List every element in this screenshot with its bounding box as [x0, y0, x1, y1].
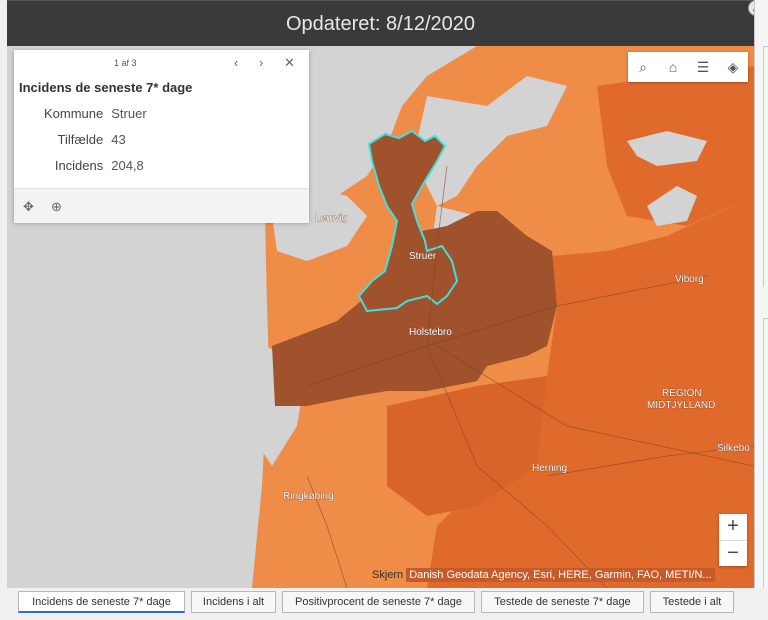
panel-divider — [763, 46, 768, 287]
field-value: Struer — [111, 106, 147, 121]
feature-popup: 1 af 3 ‹ › ✕ Incidens de seneste 7* dage… — [14, 50, 309, 223]
panel-divider — [763, 318, 768, 589]
field-row: Incidens 204,8 — [44, 158, 147, 184]
label-ringkobing: Ringkøbing — [283, 491, 334, 502]
label-silkeborg: Silkebo — [717, 443, 750, 454]
label-herning: Herning — [532, 463, 567, 474]
zoom-to-icon[interactable]: ⊕ — [51, 199, 62, 215]
label-viborg: Viborg — [675, 274, 704, 285]
side-panel-strip — [754, 0, 768, 589]
search-icon[interactable]: ⌕ — [632, 59, 654, 76]
dashboard-header: Opdateret: 8/12/2020 — [7, 0, 754, 47]
zoom-in-button[interactable]: + — [719, 514, 747, 540]
tab-incidens-7-dage[interactable]: Incidens de seneste 7* dage — [18, 591, 185, 613]
home-icon[interactable]: ⌂ — [662, 59, 684, 75]
close-icon[interactable]: ✕ — [284, 55, 295, 71]
label-region-line2: MIDTJYLLAND — [647, 400, 715, 411]
field-value: 43 — [111, 132, 126, 147]
field-label: Tilfælde — [57, 132, 104, 147]
tab-bar: Incidens de seneste 7* dage Incidens i a… — [0, 588, 768, 620]
dashboard-app: Opdateret: 8/12/2020 ⤢ — [0, 0, 768, 620]
layers-icon[interactable]: ◈ — [722, 59, 744, 76]
tab-testede-7-dage[interactable]: Testede de seneste 7* dage — [481, 591, 644, 613]
chevron-left-icon[interactable]: ‹ — [234, 55, 238, 70]
field-row: Tilfælde 43 — [44, 132, 147, 158]
tab-positivprocent-7-dage[interactable]: Positivprocent de seneste 7* dage — [282, 591, 475, 613]
popup-pager: 1 af 3 — [114, 58, 137, 68]
zoom-control: + − — [719, 514, 747, 566]
label-struer: Struer — [409, 251, 437, 262]
tab-testede-i-alt[interactable]: Testede i alt — [650, 591, 734, 613]
popup-footer: ✥ ⊕ — [14, 188, 309, 223]
popup-title: Incidens de seneste 7* dage — [19, 80, 193, 95]
label-lemvig: Lemvig — [315, 213, 347, 224]
label-holstebro: Holstebro — [409, 327, 452, 338]
tab-incidens-i-alt[interactable]: Incidens i alt — [191, 591, 276, 613]
field-row: Kommune Struer — [44, 106, 147, 132]
move-icon[interactable]: ✥ — [23, 199, 34, 215]
label-region-line1: REGION — [662, 388, 701, 399]
attribution-text[interactable]: Danish Geodata Agency, Esri, HERE, Garmi… — [406, 568, 715, 582]
header-title: Opdateret: 8/12/2020 — [285, 12, 476, 35]
popup-fields: Kommune Struer Tilfælde 43 Incidens 204,… — [44, 106, 147, 184]
map-toolbar: ⌕ ⌂ ☰ ◈ — [628, 52, 748, 82]
label-skjern: Skjern — [372, 569, 404, 581]
field-label: Kommune — [44, 106, 104, 121]
zoom-out-button[interactable]: − — [719, 540, 747, 567]
field-label: Incidens — [54, 158, 104, 173]
map-attribution: Skjern Danish Geodata Agency, Esri, HERE,… — [372, 568, 715, 582]
legend-icon[interactable]: ☰ — [692, 59, 714, 76]
chevron-right-icon[interactable]: › — [259, 55, 263, 70]
field-value: 204,8 — [111, 158, 144, 173]
